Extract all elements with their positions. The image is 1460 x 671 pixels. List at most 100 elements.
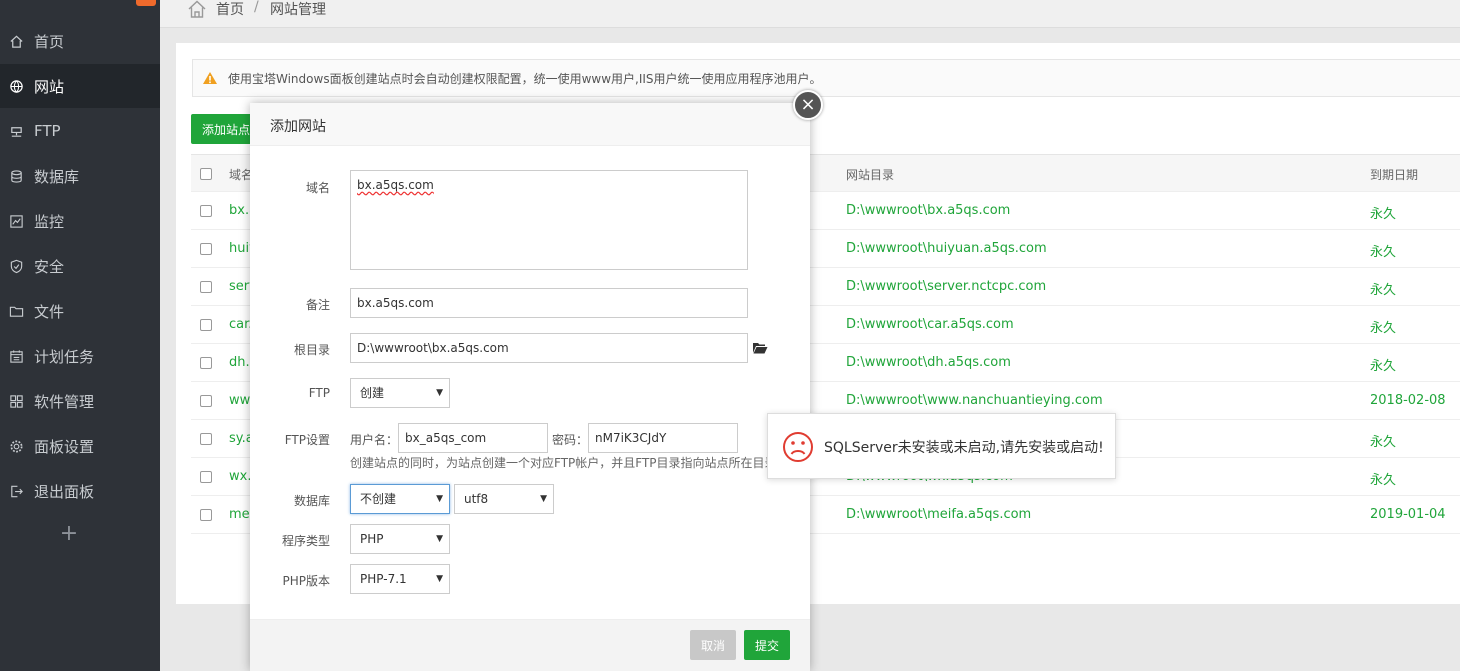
sad-face-icon	[783, 432, 813, 462]
submit-button[interactable]: 提交	[744, 630, 790, 660]
sidebar-item-home[interactable]: 首页	[0, 19, 160, 63]
sidebar-item-label: 软件管理	[34, 392, 95, 411]
sidebar-item-settings[interactable]: 面板设置	[0, 424, 160, 468]
sidebar-item-label: 安全	[34, 257, 65, 276]
breadcrumb: 首页 / 网站管理	[160, 0, 1460, 28]
dialog-header: 添加网站	[250, 103, 810, 146]
php-version-select[interactable]: PHP-7.1 ▼	[350, 564, 450, 594]
header-path[interactable]: 网站目录	[846, 166, 894, 183]
site-expire[interactable]: 永久	[1370, 469, 1396, 488]
site-name[interactable]: ww	[229, 393, 250, 408]
root-dir-input[interactable]	[350, 333, 748, 363]
php-version-value: PHP-7.1	[360, 572, 407, 586]
breadcrumb-home[interactable]: 首页	[216, 0, 244, 19]
site-path[interactable]: D:\wwwroot\server.nctcpc.com	[846, 279, 1046, 294]
database-select[interactable]: 不创建 ▼	[350, 484, 450, 514]
sidebar-item-software[interactable]: 软件管理	[0, 379, 160, 423]
row-checkbox[interactable]	[200, 471, 212, 483]
row-checkbox[interactable]	[200, 395, 212, 407]
row-checkbox[interactable]	[200, 319, 212, 331]
cancel-button[interactable]: 取消	[690, 630, 736, 660]
close-icon[interactable]: ×	[793, 90, 823, 120]
row-checkbox[interactable]	[200, 281, 212, 293]
chevron-down-icon: ▼	[436, 574, 443, 584]
site-expire[interactable]: 永久	[1370, 203, 1396, 222]
sidebar-item-label: FTP	[34, 122, 61, 140]
sidebar-item-website[interactable]: 网站	[0, 64, 160, 108]
globe-icon	[9, 79, 24, 94]
shield-icon	[9, 259, 24, 274]
site-expire[interactable]: 永久	[1370, 431, 1396, 450]
sidebar-item-monitor[interactable]: 监控	[0, 199, 160, 243]
charset-select[interactable]: utf8 ▼	[454, 484, 554, 514]
site-expire[interactable]: 2018-02-08	[1370, 393, 1446, 408]
folder-icon	[9, 304, 24, 319]
breadcrumb-separator: /	[254, 0, 259, 15]
site-path[interactable]: D:\wwwroot\meifa.a5qs.com	[846, 507, 1031, 522]
sidebar-item-label: 文件	[34, 302, 65, 321]
chevron-down-icon: ▼	[436, 388, 443, 398]
site-expire[interactable]: 2019-01-04	[1370, 507, 1446, 522]
sidebar-item-label: 退出面板	[34, 482, 95, 501]
domain-textarea[interactable]: bx.a5qs.com	[350, 170, 748, 270]
ftp-password-input[interactable]	[588, 423, 738, 453]
ftp-user-label: 用户名：	[350, 433, 399, 447]
site-expire[interactable]: 永久	[1370, 355, 1396, 374]
ftp-settings-label: FTP设置	[284, 433, 330, 447]
site-path[interactable]: D:\wwwroot\car.a5qs.com	[846, 317, 1014, 332]
row-checkbox[interactable]	[200, 433, 212, 445]
ftp-icon	[9, 124, 24, 139]
site-expire[interactable]: 永久	[1370, 279, 1396, 298]
add-nav-button[interactable]: +	[58, 520, 80, 548]
site-path[interactable]: D:\wwwroot\huiyuan.a5qs.com	[846, 241, 1047, 256]
row-checkbox[interactable]	[200, 357, 212, 369]
warning-icon	[203, 72, 217, 84]
dialog-title: 添加网站	[270, 119, 326, 135]
sidebar-item-label: 网站	[34, 77, 65, 96]
grid-icon	[9, 394, 24, 409]
site-path[interactable]: D:\wwwroot\dh.a5qs.com	[846, 355, 1011, 370]
site-expire[interactable]: 永久	[1370, 317, 1396, 336]
chevron-down-icon: ▼	[436, 494, 443, 504]
sidebar-item-label: 监控	[34, 212, 65, 231]
calendar-icon	[9, 349, 24, 364]
sidebar-item-label: 面板设置	[34, 437, 95, 456]
logout-icon	[9, 484, 24, 499]
ftp-help-text: 创建站点的同时，为站点创建一个对应FTP帐户，并且FTP目录指向站点所在目录	[350, 456, 777, 470]
sidebar-item-database[interactable]: 数据库	[0, 154, 160, 198]
ftp-select-value: 创建	[360, 386, 385, 400]
home-icon[interactable]	[186, 0, 208, 20]
ftp-password-label: 密码：	[552, 433, 589, 447]
domain-label: 域名	[305, 181, 330, 195]
database-icon	[9, 169, 24, 184]
folder-open-icon[interactable]	[752, 341, 768, 355]
add-site-button[interactable]: 添加站点	[191, 114, 253, 144]
sidebar-item-logout[interactable]: 退出面板	[0, 469, 160, 513]
notice-bar: 使用宝塔Windows面板创建站点时会自动创建权限配置，统一使用www用户,II…	[192, 59, 1460, 97]
site-expire[interactable]: 永久	[1370, 241, 1396, 260]
remark-input[interactable]	[350, 288, 748, 318]
site-path[interactable]: D:\wwwroot\bx.a5qs.com	[846, 203, 1010, 218]
row-checkbox[interactable]	[200, 243, 212, 255]
dialog-footer: 取消 提交	[250, 619, 810, 671]
notification-badge	[136, 0, 156, 6]
notice-text: 使用宝塔Windows面板创建站点时会自动创建权限配置，统一使用www用户,II…	[228, 72, 822, 86]
sidebar-item-cron[interactable]: 计划任务	[0, 334, 160, 378]
chevron-down-icon: ▼	[540, 494, 547, 504]
ftp-user-input[interactable]	[398, 423, 548, 453]
remark-label: 备注	[305, 298, 330, 312]
charset-select-value: utf8	[464, 492, 489, 506]
program-type-value: PHP	[360, 532, 384, 546]
toast-message: SQLServer未安装或未启动,请先安装或启动!	[824, 440, 1104, 456]
row-checkbox[interactable]	[200, 509, 212, 521]
ftp-select[interactable]: 创建 ▼	[350, 378, 450, 408]
header-expire[interactable]: 到期日期	[1370, 166, 1418, 183]
row-checkbox[interactable]	[200, 205, 212, 217]
breadcrumb-current: 网站管理	[270, 2, 326, 18]
select-all-checkbox[interactable]	[200, 168, 212, 180]
sidebar-item-ftp[interactable]: FTP	[0, 109, 160, 153]
sidebar-item-security[interactable]: 安全	[0, 244, 160, 288]
site-path[interactable]: D:\wwwroot\www.nanchuantieying.com	[846, 393, 1103, 408]
program-type-select[interactable]: PHP ▼	[350, 524, 450, 554]
sidebar-item-files[interactable]: 文件	[0, 289, 160, 333]
